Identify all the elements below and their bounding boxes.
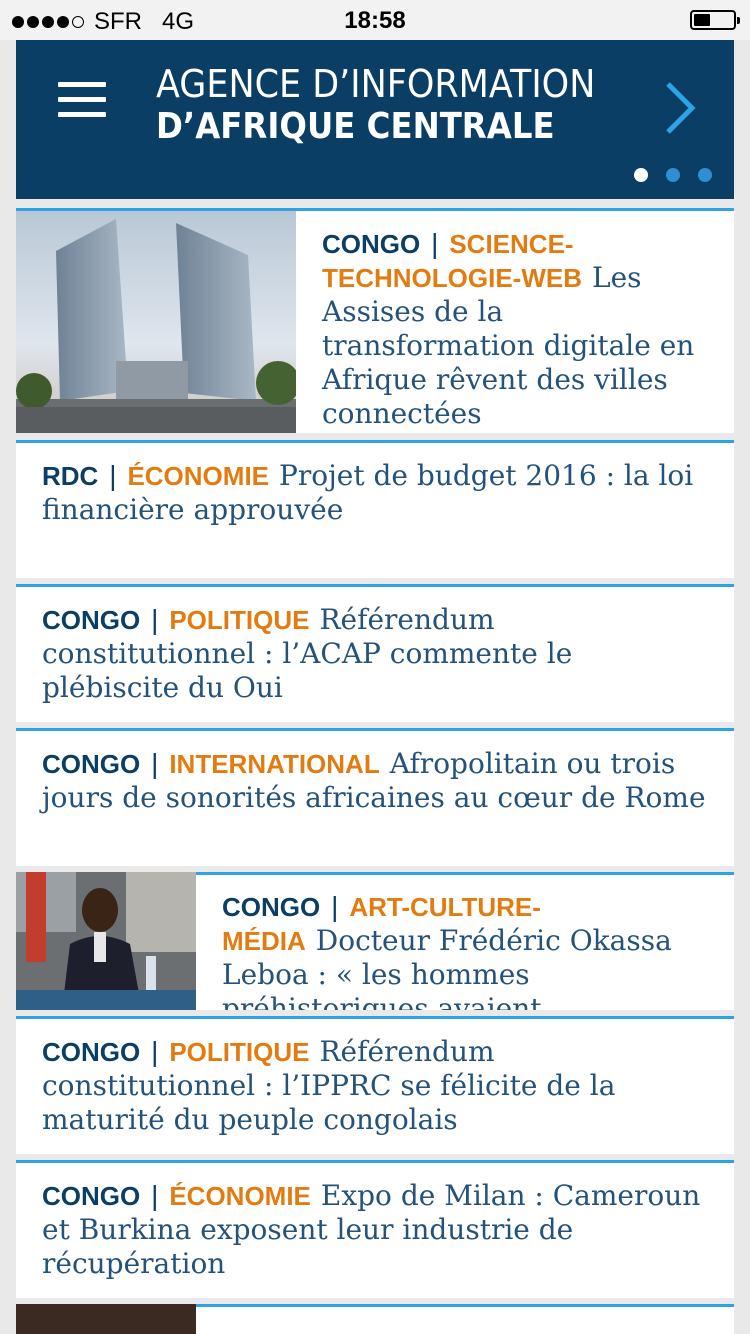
article-card[interactable]: RDC | ÉCONOMIE Projet de budget 2016 : la…	[16, 440, 734, 578]
article-text: CONGO | POLITIQUE Référendum constitution…	[42, 1035, 708, 1137]
skyscrapers-photo	[16, 211, 296, 433]
article-card-partial[interactable]	[16, 1304, 734, 1334]
article-country: CONGO	[222, 892, 321, 922]
article-country: CONGO	[42, 605, 141, 635]
article-card[interactable]: CONGO | INTERNATIONAL Afropolitain ou tro…	[16, 728, 734, 866]
chevron-right-icon[interactable]	[662, 80, 698, 136]
logo-line1: AGENCE D’INFORMATION	[156, 62, 596, 106]
article-category[interactable]: ÉCONOMIE	[169, 1181, 311, 1211]
article-card[interactable]: CONGO | ART-CULTURE-MÉDIA Docteur Frédéri…	[16, 872, 734, 1010]
separator: |	[109, 460, 117, 491]
article-category[interactable]: ÉCONOMIE	[127, 461, 269, 491]
pager-dot[interactable]	[634, 168, 648, 182]
separator: |	[151, 748, 159, 779]
article-country: CONGO	[322, 229, 421, 259]
article-text: CONGO | POLITIQUE Référendum constitution…	[42, 603, 708, 705]
article-country: CONGO	[42, 1037, 141, 1067]
pager-dot[interactable]	[666, 168, 680, 182]
logo-line2: D’AFRIQUE CENTRALE	[156, 106, 555, 147]
separator: |	[151, 1036, 159, 1067]
pager-dot[interactable]	[698, 168, 712, 182]
article-card[interactable]: CONGO | ÉCONOMIE Expo de Milan : Cameroun…	[16, 1160, 734, 1298]
app-header: AGENCE D’INFORMATION D’AFRIQUE CENTRALE	[16, 40, 734, 199]
article-category[interactable]: POLITIQUE	[169, 605, 309, 635]
article-category[interactable]: INTERNATIONAL	[169, 749, 379, 779]
article-country: CONGO	[42, 749, 141, 779]
photo-thumbnail	[16, 1304, 196, 1334]
battery-icon	[690, 10, 740, 30]
carousel-pager	[634, 168, 712, 182]
article-text: RDC | ÉCONOMIE Projet de budget 2016 : la…	[42, 459, 708, 527]
status-bar: SFR 4G 18:58	[0, 0, 750, 40]
hamburger-icon[interactable]	[58, 82, 106, 118]
article-text: CONGO | INTERNATIONAL Afropolitain ou tro…	[42, 747, 708, 815]
article-category[interactable]: POLITIQUE	[169, 1037, 309, 1067]
article-title[interactable]: Expo de Milan : Cameroun et Burkina expo…	[42, 1179, 700, 1280]
separator: |	[331, 891, 339, 922]
separator: |	[151, 604, 159, 635]
article-country: CONGO	[42, 1181, 141, 1211]
article-card[interactable]: CONGO | POLITIQUE Référendum constitution…	[16, 1016, 734, 1154]
speaker-photo	[16, 872, 196, 1010]
status-time: 18:58	[344, 7, 406, 34]
article-country: RDC	[42, 461, 99, 491]
article-card[interactable]: CONGO | POLITIQUE Référendum constitution…	[16, 584, 734, 722]
article-text: CONGO | SCIENCE-TECHNOLOGIE-WEB Les Assis…	[322, 227, 708, 431]
separator: |	[431, 228, 439, 259]
article-text: CONGO | ÉCONOMIE Expo de Milan : Cameroun…	[42, 1179, 708, 1281]
article-text: CONGO | ART-CULTURE-MÉDIA Docteur Frédéri…	[222, 890, 708, 1010]
separator: |	[151, 1180, 159, 1211]
article-card[interactable]: CONGO | SCIENCE-TECHNOLOGIE-WEB Les Assis…	[16, 208, 734, 433]
